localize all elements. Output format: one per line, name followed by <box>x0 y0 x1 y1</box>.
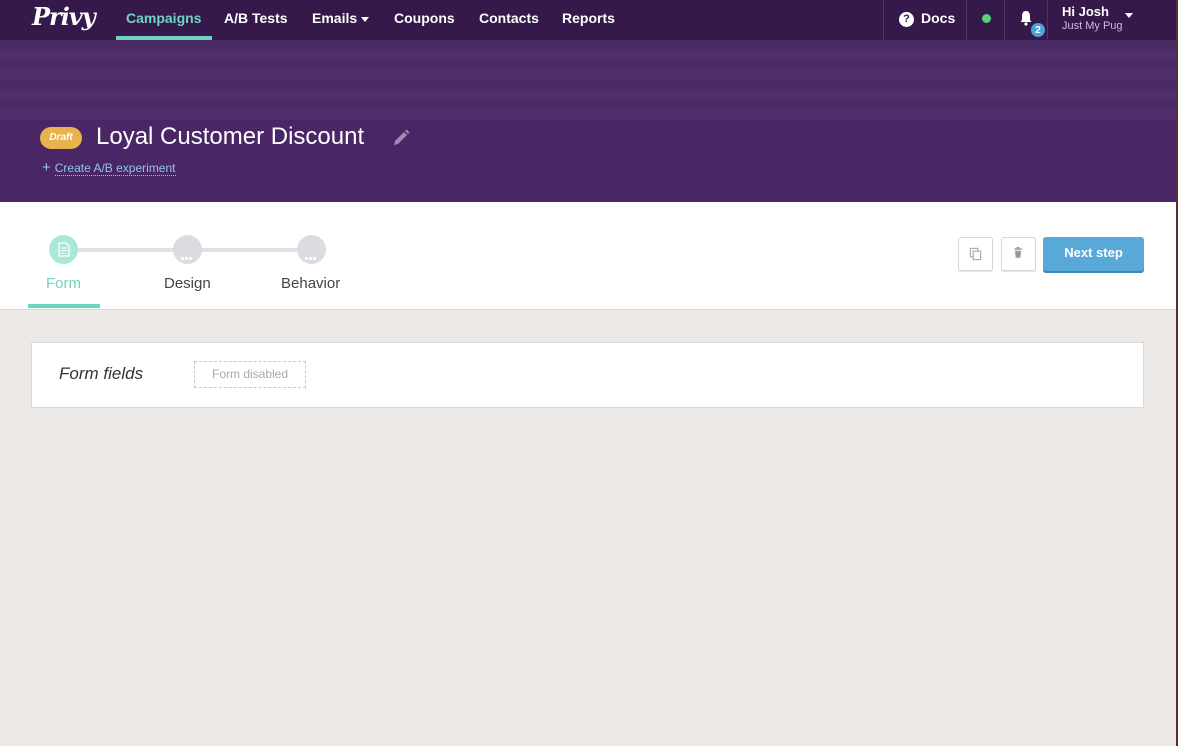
user-greeting[interactable]: Hi Josh <box>1062 4 1109 19</box>
plus-icon: + <box>42 159 51 176</box>
campaign-header: Draft Loyal Customer Discount + Create A/… <box>0 40 1176 202</box>
notification-badge: 2 <box>1030 22 1046 38</box>
step-track <box>201 248 298 252</box>
more-icon <box>181 247 194 260</box>
tab-form[interactable]: Form <box>46 275 81 292</box>
next-step-button[interactable]: Next step <box>1043 237 1144 271</box>
nav-campaigns[interactable]: Campaigns <box>115 0 214 40</box>
top-nav: Privy Campaigns A/B Tests Emails Coupons… <box>0 0 1176 40</box>
form-fields-panel: Form fields Form disabled <box>31 342 1144 408</box>
nav-emails-label: Emails <box>312 10 358 26</box>
step-bar: Form Design Behavior Next step <box>0 202 1176 310</box>
tab-design[interactable]: Design <box>164 275 211 292</box>
document-icon <box>58 242 70 257</box>
create-ab-label: Create A/B experiment <box>54 161 176 176</box>
trash-icon <box>1014 246 1022 258</box>
panel-title: Form fields <box>59 364 144 383</box>
delete-button[interactable] <box>1001 237 1036 271</box>
status-badge: Draft <box>40 127 82 149</box>
tab-behavior[interactable]: Behavior <box>281 275 340 292</box>
form-disabled-indicator: Form disabled <box>194 361 306 388</box>
step-behavior-circle[interactable] <box>297 235 326 264</box>
pencil-icon[interactable] <box>391 128 411 148</box>
help-icon[interactable]: ? <box>899 12 914 27</box>
nav-coupons[interactable]: Coupons <box>394 0 455 40</box>
nav-divider <box>1004 0 1005 40</box>
nav-ab-tests[interactable]: A/B Tests <box>224 0 288 40</box>
user-account-name: Just My Pug <box>1062 20 1123 32</box>
duplicate-button[interactable] <box>958 237 993 271</box>
page-title: Loyal Customer Discount <box>96 123 365 150</box>
privy-logo[interactable]: Privy <box>32 2 96 31</box>
nav-reports[interactable]: Reports <box>562 0 615 40</box>
nav-docs[interactable]: Docs <box>921 0 955 40</box>
copy-icon <box>969 247 982 261</box>
nav-divider <box>883 0 884 40</box>
nav-divider <box>966 0 967 40</box>
step-form-circle[interactable] <box>49 235 78 264</box>
active-tab-indicator <box>28 304 100 308</box>
status-online-icon <box>982 14 991 23</box>
nav-divider <box>1047 0 1048 40</box>
step-design-circle[interactable] <box>173 235 202 264</box>
nav-contacts[interactable]: Contacts <box>479 0 539 40</box>
nav-emails[interactable]: Emails <box>312 0 370 40</box>
step-track <box>77 248 174 252</box>
more-icon <box>305 247 318 260</box>
chevron-down-icon <box>361 16 370 22</box>
bell-icon[interactable] <box>1019 10 1033 26</box>
chevron-down-icon[interactable] <box>1125 13 1133 18</box>
create-ab-experiment-link[interactable]: + Create A/B experiment <box>42 159 176 176</box>
